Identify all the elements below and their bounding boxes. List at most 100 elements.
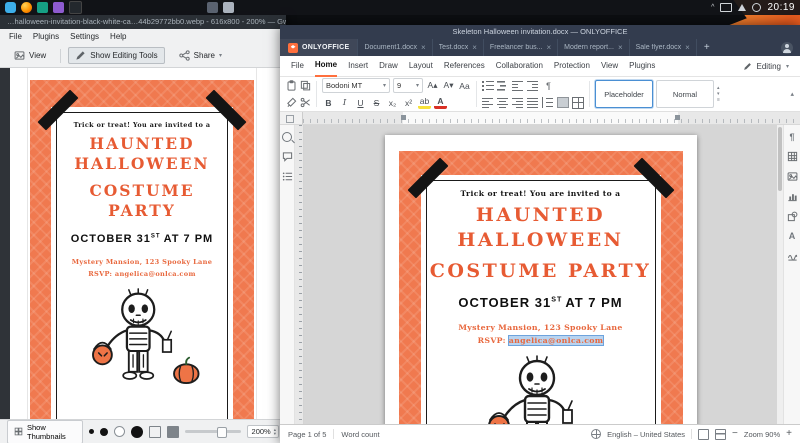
tab-protection[interactable]: Protection	[554, 56, 590, 76]
share-button[interactable]: Share ▾	[172, 47, 229, 64]
menu-settings[interactable]: Settings	[70, 32, 99, 41]
change-case-button[interactable]: Aa	[458, 79, 471, 92]
align-left-icon[interactable]	[482, 96, 494, 109]
close-icon[interactable]: ×	[546, 43, 551, 52]
brush-size-medium[interactable]	[99, 427, 108, 436]
brush-size-small[interactable]	[88, 429, 94, 434]
styles-down-icon[interactable]: ▾	[717, 91, 720, 97]
zoom-spinbox[interactable]: 200% ▴ ▾	[246, 425, 279, 438]
doc-tab-freelancer[interactable]: Freelancer bus... ×	[482, 39, 557, 56]
borders-icon[interactable]	[572, 96, 584, 109]
align-right-icon[interactable]	[512, 96, 524, 109]
table-settings-icon[interactable]	[787, 151, 798, 162]
new-tab-button[interactable]: +	[695, 39, 717, 56]
vertical-scrollbar[interactable]	[777, 125, 783, 424]
style-normal[interactable]: Normal	[656, 80, 714, 108]
brush-color-white[interactable]	[113, 426, 125, 437]
underline-button[interactable]: U	[354, 96, 367, 109]
tab-collaboration[interactable]: Collaboration	[496, 56, 543, 76]
bullet-list-icon[interactable]	[482, 79, 494, 92]
highlight-color-button[interactable]: ab	[418, 96, 431, 109]
italic-button[interactable]: I	[338, 96, 351, 109]
superscript-button[interactable]: x²	[402, 96, 415, 109]
textart-settings-icon[interactable]: A	[789, 231, 796, 241]
copy-icon[interactable]	[300, 80, 311, 91]
fit-page-icon[interactable]	[698, 428, 710, 440]
doc-tab-document1[interactable]: Document1.docx ×	[357, 39, 431, 56]
collapse-toolbar-icon[interactable]: ▴	[790, 90, 794, 98]
close-icon[interactable]: ×	[685, 43, 690, 52]
image-settings-icon[interactable]	[787, 171, 798, 182]
paragraph-shading-icon[interactable]	[557, 97, 569, 108]
close-icon[interactable]: ×	[421, 43, 426, 52]
document-page[interactable]: Trick or treat! You are invited to a HAU…	[384, 135, 697, 424]
fill-page-icon[interactable]	[166, 425, 179, 438]
firefox-icon[interactable]	[21, 2, 32, 13]
invitation-poster[interactable]: Trick or treat! You are invited to a HAU…	[398, 151, 683, 424]
paragraph-settings-icon[interactable]: ¶	[789, 132, 794, 142]
menu-file[interactable]: File	[9, 32, 22, 41]
copy-style-icon[interactable]	[286, 97, 297, 108]
decrease-indent-icon[interactable]	[512, 79, 524, 92]
fit-width-icon[interactable]	[715, 428, 727, 440]
navigation-icon[interactable]	[282, 171, 293, 182]
search-icon[interactable]	[282, 132, 292, 142]
menu-help[interactable]: Help	[110, 32, 126, 41]
font-color-button[interactable]: A	[434, 96, 447, 109]
chart-settings-icon[interactable]	[787, 191, 798, 202]
styles-expand-icon[interactable]: ≡	[717, 97, 720, 103]
view-button[interactable]: View	[7, 47, 53, 64]
font-size-select[interactable]: 9 ▾	[393, 78, 423, 93]
terminal-icon[interactable]	[69, 1, 82, 14]
file-manager-icon[interactable]	[37, 2, 48, 13]
document-language[interactable]: English – United States	[607, 430, 685, 439]
invitation-image[interactable]: Trick or treat! You are invited to a HAU…	[30, 80, 254, 419]
numbered-list-icon[interactable]	[497, 79, 509, 92]
comments-icon[interactable]	[282, 151, 293, 162]
task-icon-2[interactable]	[223, 2, 234, 13]
tray-expand-icon[interactable]: ^	[711, 4, 714, 11]
page-indicator[interactable]: Page 1 of 5	[288, 430, 326, 439]
right-indent-marker[interactable]	[675, 115, 680, 120]
line-spacing-icon[interactable]	[542, 96, 554, 109]
styles-up-icon[interactable]: ▴	[717, 85, 720, 91]
tab-insert[interactable]: Insert	[348, 56, 368, 76]
horizontal-ruler[interactable]	[303, 112, 800, 124]
zoom-stepper[interactable]: ▴ ▾	[274, 427, 276, 436]
shape-settings-icon[interactable]	[787, 211, 798, 222]
gwenview-sidebar-strip[interactable]	[0, 68, 10, 419]
style-placeholder[interactable]: Placeholder	[595, 80, 653, 108]
editing-mode-button[interactable]: Editing ▾	[743, 62, 789, 71]
align-center-icon[interactable]	[497, 96, 509, 109]
tab-references[interactable]: References	[444, 56, 485, 76]
clock[interactable]: 20:19	[767, 2, 795, 13]
doc-tab-sale-flyer[interactable]: Sale flyer.docx ×	[628, 39, 696, 56]
zoom-in-button[interactable]: +	[786, 429, 792, 439]
left-indent-marker[interactable]	[401, 115, 406, 120]
user-avatar[interactable]	[781, 41, 793, 54]
tab-layout[interactable]: Layout	[409, 56, 433, 76]
word-count[interactable]: Word count	[341, 430, 379, 439]
tab-plugins[interactable]: Plugins	[629, 56, 655, 76]
keyboard-tray-icon[interactable]	[720, 3, 733, 12]
font-family-select[interactable]: Bodoni MT ▾	[322, 78, 390, 93]
fit-page-icon[interactable]	[148, 425, 161, 438]
show-thumbnails-button[interactable]: Show Thumbnails	[7, 419, 83, 443]
close-icon[interactable]: ×	[618, 43, 623, 52]
decrease-font-button[interactable]: A▾	[442, 79, 455, 92]
gwenview-image-view[interactable]: Trick or treat! You are invited to a HAU…	[0, 68, 286, 419]
doc-tab-test[interactable]: Test.docx ×	[431, 39, 483, 56]
brush-size-large[interactable]	[130, 425, 143, 438]
network-tray-icon[interactable]	[738, 4, 747, 11]
subscript-button[interactable]: x₂	[386, 96, 399, 109]
signature-settings-icon[interactable]	[787, 250, 798, 261]
editor-app-icon[interactable]	[53, 2, 64, 13]
vertical-ruler[interactable]	[295, 125, 304, 424]
close-icon[interactable]: ×	[472, 43, 477, 52]
tab-draw[interactable]: Draw	[379, 56, 398, 76]
cut-icon[interactable]	[300, 97, 311, 108]
tab-view[interactable]: View	[601, 56, 618, 76]
task-icon-1[interactable]	[207, 2, 218, 13]
onlyoffice-home-tab[interactable]: ONLYOFFICE	[280, 39, 358, 56]
onlyoffice-titlebar[interactable]: Skeleton Halloween invitation.docx — ONL…	[280, 25, 800, 39]
